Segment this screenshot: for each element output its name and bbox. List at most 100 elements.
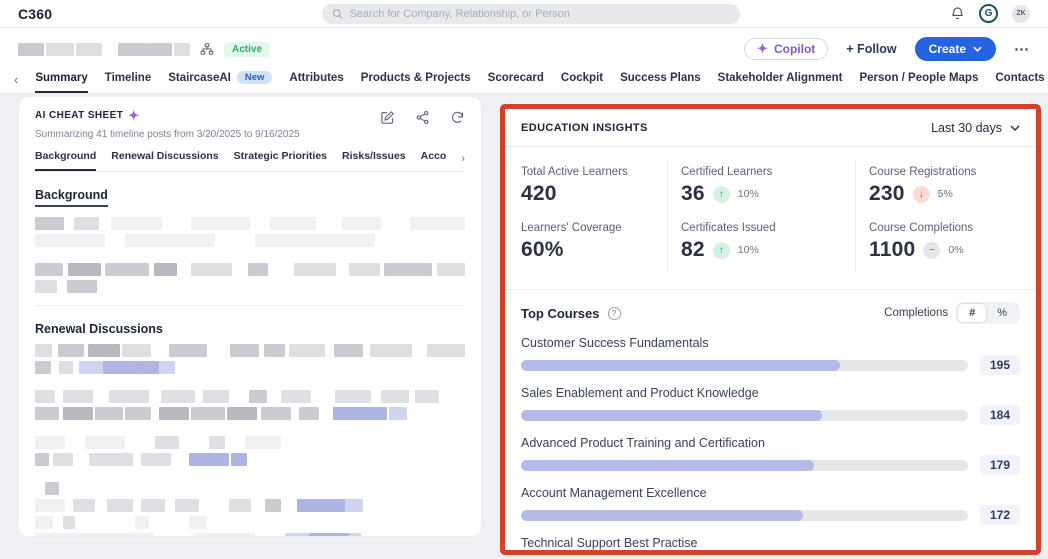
- unit-toggle: #%: [956, 302, 1020, 324]
- metric-certificates-issued: Certificates Issued 82 ↑ 10%: [667, 216, 855, 272]
- metric-course-registrations: Course Registrations 230 ↓ 5%: [855, 160, 1020, 216]
- course-bar-fill: [521, 409, 823, 421]
- redacted-text-row: [35, 470, 465, 478]
- tab-staircaseai[interactable]: StaircaseAI New: [168, 71, 273, 93]
- tab-timeline[interactable]: Timeline: [105, 72, 151, 93]
- tab-scorecard[interactable]: Scorecard: [488, 72, 544, 93]
- redacted-text-row: [35, 482, 465, 495]
- user-avatar[interactable]: ZK: [1012, 4, 1030, 23]
- trend-up-icon: ↑: [712, 185, 730, 203]
- course-value-badge: 172: [980, 505, 1020, 525]
- cheat-tab-renewal-discussions[interactable]: Renewal Discussions: [111, 150, 218, 171]
- trend-flat-icon: −: [923, 241, 941, 259]
- redacted-text-row: [35, 344, 466, 357]
- tab-attributes[interactable]: Attributes: [289, 72, 343, 93]
- trend-down-icon: ↓: [912, 185, 930, 203]
- course-bar-fill: [521, 359, 841, 371]
- cheat-tab-accolades[interactable]: Accolades: [421, 150, 447, 171]
- metric-certified-learners: Certified Learners 36 ↑ 10%: [667, 160, 855, 216]
- toggle-option-count[interactable]: #: [958, 304, 987, 322]
- ai-cheat-sheet-card: AI CHEAT SHEET ✦ Summarizing 41 timeline…: [18, 96, 482, 537]
- course-value-badge: 195: [980, 355, 1020, 375]
- course-bar-fill: [521, 459, 815, 471]
- metric-value: 230: [869, 182, 905, 205]
- course-bar-track: [521, 509, 968, 521]
- status-badge: Active: [224, 41, 271, 57]
- cheat-tabs-scroll-right-icon[interactable]: ›: [461, 153, 465, 171]
- course-name: Advanced Product Training and Certificat…: [521, 436, 765, 450]
- copilot-button[interactable]: ✦ Copilot: [744, 38, 829, 60]
- top-bar: C360 G ZK: [0, 0, 1048, 28]
- metric-value: 1100: [869, 238, 916, 261]
- gainsight-logo-icon[interactable]: G: [979, 4, 998, 23]
- trend-percent: 10%: [737, 188, 759, 200]
- education-insights-title: EDUCATION INSIGHTS: [521, 122, 648, 134]
- course-bar-track: [521, 359, 968, 371]
- c360-tab-bar: ‹ Summary Timeline StaircaseAI New Attribute…: [0, 65, 1048, 94]
- date-range-dropdown[interactable]: Last 30 days: [931, 121, 1020, 135]
- section-heading-background: Background: [35, 188, 108, 207]
- cheat-tab-strategic-priorities[interactable]: Strategic Priorities: [234, 150, 327, 171]
- course-value-badge: 179: [980, 455, 1020, 475]
- share-icon[interactable]: [415, 110, 430, 125]
- education-insights-card-annotated: EDUCATION INSIGHTS Last 30 days Total Ac…: [500, 104, 1041, 555]
- top-courses-title: Top Courses: [521, 305, 600, 321]
- redacted-text-row: [35, 378, 465, 386]
- tab-cockpit[interactable]: Cockpit: [561, 72, 603, 93]
- metric-label: Certified Learners: [681, 166, 773, 178]
- new-badge: New: [236, 71, 273, 84]
- redacted-text-row: [35, 424, 465, 432]
- redacted-text-row: [35, 234, 465, 247]
- redacted-text-row: [35, 407, 465, 420]
- chevron-down-icon: [1010, 125, 1020, 131]
- edit-icon[interactable]: [380, 110, 395, 125]
- course-bar-fill: [521, 509, 803, 521]
- tab-success-plans[interactable]: Success Plans: [620, 72, 701, 93]
- metric-value: 36: [681, 182, 705, 205]
- redacted-text-row: [35, 361, 465, 374]
- cheat-tab-background[interactable]: Background: [35, 150, 97, 171]
- redacted-text-row: [35, 516, 465, 529]
- account-header: Active ✦ Copilot + Follow Create ⋯: [0, 28, 1048, 65]
- course-row-account-management-excellence: Account Management Excellence 172: [521, 486, 1020, 525]
- tab-person-people-maps[interactable]: Person / People Maps: [859, 72, 978, 93]
- cheat-sheet-tabs: Background Renewal Discussions Strategic P…: [35, 150, 465, 172]
- help-icon[interactable]: ?: [607, 306, 621, 320]
- redacted-text-row: [35, 280, 465, 293]
- course-name: Technical Support Best Practise: [521, 536, 698, 550]
- follow-button[interactable]: + Follow: [846, 42, 896, 56]
- course-row-sales-enablement-and-product-knowledge: Sales Enablement and Product Knowledge 18…: [521, 386, 1020, 425]
- section-redacted-content: [35, 344, 466, 536]
- course-bar-track: [521, 409, 968, 421]
- metric-value: 82: [681, 238, 705, 261]
- course-name: Customer Success Fundamentals: [521, 336, 709, 350]
- search-input[interactable]: [349, 8, 730, 20]
- metric-label: Certificates Issued: [681, 222, 776, 234]
- toggle-option-percent[interactable]: %: [986, 304, 1018, 322]
- course-row-technical-support-best-practise: Technical Support Best Practise165: [521, 536, 1020, 550]
- tab-stakeholder-alignment[interactable]: Stakeholder Alignment: [718, 72, 843, 93]
- tab-contacts-sfdc[interactable]: Contacts (SFDC): [995, 72, 1048, 93]
- account-overflow-menu[interactable]: ⋯: [1014, 40, 1030, 58]
- course-bar-track: [521, 459, 968, 471]
- app-logo: C360: [18, 5, 53, 22]
- redacted-text-row: [35, 453, 465, 466]
- trend-up-icon: ↑: [712, 241, 730, 259]
- course-name: Sales Enablement and Product Knowledge: [521, 386, 759, 400]
- redacted-text-row: [35, 533, 465, 536]
- account-name-redacted: [18, 41, 190, 57]
- course-name: Account Management Excellence: [521, 486, 707, 500]
- notification-bell-icon[interactable]: [950, 6, 965, 21]
- cheat-tab-risks-issues[interactable]: Risks/Issues: [342, 150, 406, 171]
- redacted-text-row: [35, 263, 465, 276]
- global-search[interactable]: [322, 4, 740, 24]
- create-button[interactable]: Create: [914, 37, 996, 61]
- section-heading-renewal-discussions: Renewal Discussions: [35, 322, 163, 336]
- metrics-grid: Total Active Learners 420 Certified Learne…: [521, 147, 1020, 278]
- refresh-icon[interactable]: [450, 110, 465, 125]
- hierarchy-icon[interactable]: [200, 42, 214, 56]
- tabs-scroll-left-icon[interactable]: ‹: [14, 72, 18, 93]
- tab-products-projects[interactable]: Products & Projects: [361, 72, 471, 93]
- metric-label: Course Completions: [869, 222, 974, 234]
- tab-summary[interactable]: Summary: [35, 72, 88, 93]
